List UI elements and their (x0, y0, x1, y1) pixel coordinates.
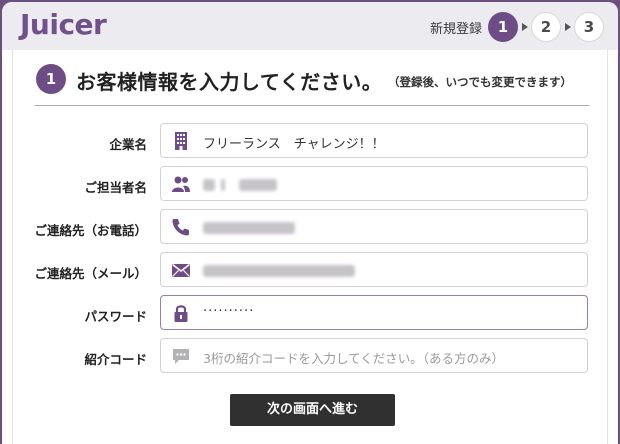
email-field[interactable] (160, 252, 588, 287)
phone-field[interactable] (160, 209, 588, 244)
company-name-field[interactable]: フリーランス チャレンジ！！ (160, 123, 588, 158)
title-divider (35, 105, 589, 106)
password-label: パスワード (84, 309, 147, 324)
next-step-button[interactable]: 次の画面へ進む (230, 394, 395, 426)
step-2-indicator: 2 (531, 12, 561, 42)
password-value: ·········· (203, 304, 255, 319)
email-label: ご連絡先（メール） (34, 266, 147, 281)
app-window: Juicer 新規登録 1 2 3 1 お客様情報を入力してください。 （登録後… (2, 2, 618, 444)
form-step-number: 1 (36, 64, 66, 94)
step-arrow-icon (522, 23, 528, 31)
form-card (12, 50, 608, 444)
lock-icon (174, 305, 188, 322)
phone-icon (172, 219, 189, 236)
step-label: 新規登録 (430, 22, 483, 37)
contact-person-field[interactable] (160, 166, 588, 201)
chat-icon (173, 349, 189, 364)
step-1-indicator: 1 (488, 12, 518, 42)
referral-code-placeholder: 3桁の紹介コードを入力してください。（ある方のみ） (203, 351, 504, 366)
company-name-value: フリーランス チャレンジ！！ (203, 137, 385, 152)
juicer-logo[interactable]: Juicer (20, 8, 107, 41)
referral-code-label: 紹介コード (84, 352, 147, 367)
phone-label: ご連絡先（お電話） (34, 223, 147, 238)
step-arrow-icon (565, 23, 571, 31)
mail-icon (172, 263, 190, 277)
password-field[interactable]: ·········· (160, 295, 588, 330)
step-3-indicator: 3 (574, 12, 604, 42)
contact-person-label: ご担当者名 (84, 180, 147, 195)
phone-value (203, 219, 295, 234)
referral-code-field[interactable]: 3桁の紹介コードを入力してください。（ある方のみ） (160, 338, 588, 373)
people-icon (172, 176, 190, 192)
contact-person-value (203, 176, 278, 191)
header-bar: Juicer 新規登録 1 2 3 (2, 2, 618, 50)
email-value (203, 262, 355, 277)
page-title: お客様情報を入力してください。 (76, 70, 383, 94)
building-icon (175, 132, 187, 150)
company-name-label: 企業名 (109, 137, 147, 152)
title-note: （登録後、いつでも変更できます） (388, 75, 572, 89)
